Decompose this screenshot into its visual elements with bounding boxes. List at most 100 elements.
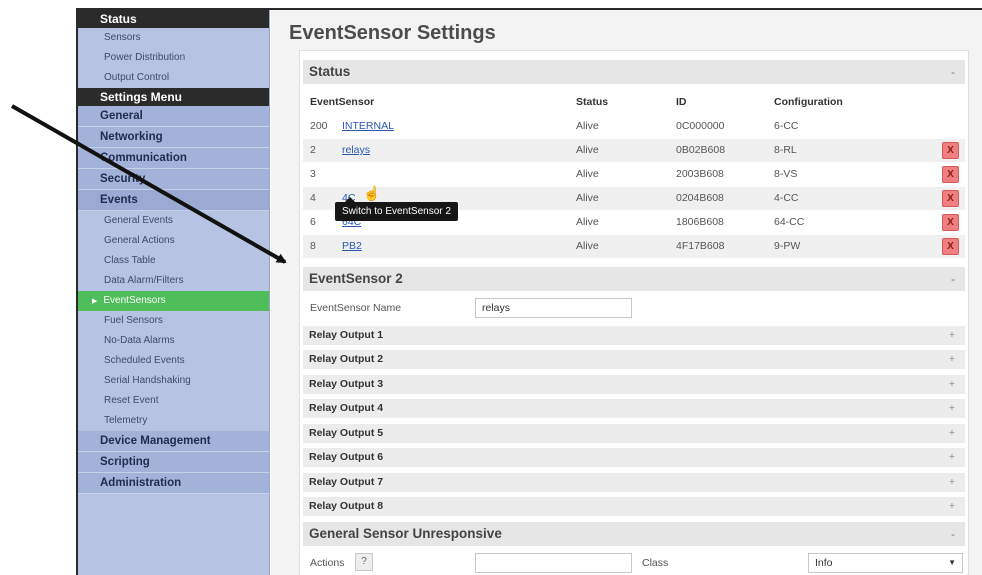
sensor-name-link[interactable]: INTERNAL — [342, 120, 394, 132]
relay-output-3-header[interactable]: Relay Output 3 + — [303, 375, 965, 394]
expand-icon[interactable]: + — [949, 424, 955, 443]
sensor-number: 8 — [310, 240, 316, 252]
sensor-id: 0204B608 — [676, 192, 724, 204]
relay-label: Relay Output 5 — [309, 427, 384, 439]
table-row: 8 PB2 Alive 4F17B608 9-PW X — [303, 235, 965, 258]
relay-output-6-header[interactable]: Relay Output 6 + — [303, 448, 965, 467]
delete-button[interactable]: X — [942, 142, 959, 159]
sensor-id: 1806B608 — [676, 216, 724, 228]
relay-output-4-header[interactable]: Relay Output 4 + — [303, 399, 965, 418]
expand-icon[interactable]: + — [949, 497, 955, 516]
sidebar-cat-administration[interactable]: Administration — [78, 473, 269, 494]
sidebar-item-telemetry[interactable]: Telemetry — [78, 411, 269, 431]
relay-label: Relay Output 1 — [309, 329, 384, 341]
sensor-id: 2003B608 — [676, 168, 724, 180]
settings-panel: Status - EventSensor Status ID Configura… — [299, 50, 969, 575]
delete-button[interactable]: X — [942, 238, 959, 255]
help-button[interactable]: ? — [355, 553, 373, 571]
sidebar-item-general-actions[interactable]: General Actions — [78, 231, 269, 251]
sensor-status: Alive — [576, 120, 599, 132]
sensor-id: 4F17B608 — [676, 240, 725, 252]
relay-label: Relay Output 3 — [309, 378, 384, 390]
expand-icon[interactable]: + — [949, 326, 955, 345]
collapse-toggle[interactable]: - — [951, 60, 955, 84]
sensor-status: Alive — [576, 216, 599, 228]
sensor-name-link[interactable]: relays — [342, 144, 370, 156]
dropdown-caret-icon: ▼ — [948, 558, 956, 567]
actions-input[interactable] — [475, 553, 632, 573]
sensor-name-link[interactable]: PB2 — [342, 240, 362, 252]
expand-icon[interactable]: + — [949, 473, 955, 492]
sensor-config: 64-CC — [774, 216, 805, 228]
collapse-toggle[interactable]: - — [951, 522, 955, 546]
sidebar-item-class-table[interactable]: Class Table — [78, 251, 269, 271]
eventsensor-section-header[interactable]: EventSensor 2 - — [303, 267, 965, 291]
eventsensor-name-input[interactable]: relays — [475, 298, 632, 318]
sidebar-item-data-alarm-filters[interactable]: Data Alarm/Filters — [78, 271, 269, 291]
relay-output-2-header[interactable]: Relay Output 2 + — [303, 350, 965, 369]
sidebar-cat-scripting[interactable]: Scripting — [78, 452, 269, 473]
app-window: Status Sensors Power Distribution Output… — [76, 8, 982, 575]
sensor-config: 8-RL — [774, 144, 797, 156]
table-row: 3 Alive 2003B608 8-VS X — [303, 163, 965, 186]
table-row: 2 relays Alive 0B02B608 8-RL X — [303, 139, 965, 162]
sidebar-cat-communication[interactable]: Communication — [78, 148, 269, 169]
sensor-number: 4 — [310, 192, 316, 204]
expand-icon[interactable]: + — [949, 350, 955, 369]
expand-icon[interactable]: + — [949, 399, 955, 418]
sensor-number: 2 — [310, 144, 316, 156]
sidebar-item-sensors[interactable]: Sensors — [78, 28, 269, 48]
sensor-number: 6 — [310, 216, 316, 228]
relay-output-5-header[interactable]: Relay Output 5 + — [303, 424, 965, 443]
sidebar-item-power-distribution[interactable]: Power Distribution — [78, 48, 269, 68]
sensor-status: Alive — [576, 240, 599, 252]
section-title: Status — [309, 64, 351, 79]
relay-label: Relay Output 4 — [309, 402, 384, 414]
relay-label: Relay Output 8 — [309, 500, 384, 512]
unresponsive-section-header[interactable]: General Sensor Unresponsive - — [303, 522, 965, 546]
sidebar-item-label: EventSensors — [103, 295, 166, 306]
sidebar-cat-general[interactable]: General — [78, 106, 269, 127]
class-select[interactable]: Info ▼ — [808, 553, 963, 573]
table-row: 200 INTERNAL Alive 0C000000 6-CC — [303, 115, 965, 138]
relay-output-8-header[interactable]: Relay Output 8 + — [303, 497, 965, 516]
sidebar-item-fuel-sensors[interactable]: Fuel Sensors — [78, 311, 269, 331]
relay-output-1-header[interactable]: Relay Output 1 + — [303, 326, 965, 345]
tooltip: Switch to EventSensor 2 — [335, 197, 458, 221]
actions-label: Actions — [310, 557, 345, 569]
col-header-configuration: Configuration — [774, 96, 843, 108]
sidebar-cat-security[interactable]: Security — [78, 169, 269, 190]
sidebar-cat-networking[interactable]: Networking — [78, 127, 269, 148]
sidebar-item-serial-handshaking[interactable]: Serial Handshaking — [78, 371, 269, 391]
delete-button[interactable]: X — [942, 214, 959, 231]
sensor-config: 8-VS — [774, 168, 798, 180]
sidebar-item-general-events[interactable]: General Events — [78, 211, 269, 231]
collapse-toggle[interactable]: - — [951, 267, 955, 291]
section-title: General Sensor Unresponsive — [309, 526, 502, 541]
sidebar-item-eventsensors[interactable]: ▶ EventSensors — [78, 291, 269, 311]
sidebar-item-reset-event[interactable]: Reset Event — [78, 391, 269, 411]
expand-icon[interactable]: + — [949, 448, 955, 467]
main-content: EventSensor Settings Status - EventSenso… — [271, 10, 982, 575]
sidebar-cat-events[interactable]: Events — [78, 190, 269, 211]
sidebar-item-scheduled-events[interactable]: Scheduled Events — [78, 351, 269, 371]
sidebar-status-heading[interactable]: Status — [78, 10, 269, 28]
relay-output-7-header[interactable]: Relay Output 7 + — [303, 473, 965, 492]
sensor-config: 4-CC — [774, 192, 799, 204]
sensor-status: Alive — [576, 168, 599, 180]
sidebar-settings-heading[interactable]: Settings Menu — [78, 88, 269, 106]
sidebar-cat-device-management[interactable]: Device Management — [78, 431, 269, 452]
sidebar-item-output-control[interactable]: Output Control — [78, 68, 269, 88]
status-section-header[interactable]: Status - — [303, 60, 965, 84]
relay-label: Relay Output 2 — [309, 353, 384, 365]
triangle-right-icon: ▶ — [92, 298, 98, 305]
sensor-id: 0B02B608 — [676, 144, 726, 156]
sensor-id: 0C000000 — [676, 120, 725, 132]
delete-button[interactable]: X — [942, 166, 959, 183]
relay-label: Relay Output 6 — [309, 451, 384, 463]
sensor-config: 6-CC — [774, 120, 799, 132]
section-title: EventSensor 2 — [309, 271, 403, 286]
delete-button[interactable]: X — [942, 190, 959, 207]
expand-icon[interactable]: + — [949, 375, 955, 394]
sidebar-item-no-data-alarms[interactable]: No-Data Alarms — [78, 331, 269, 351]
